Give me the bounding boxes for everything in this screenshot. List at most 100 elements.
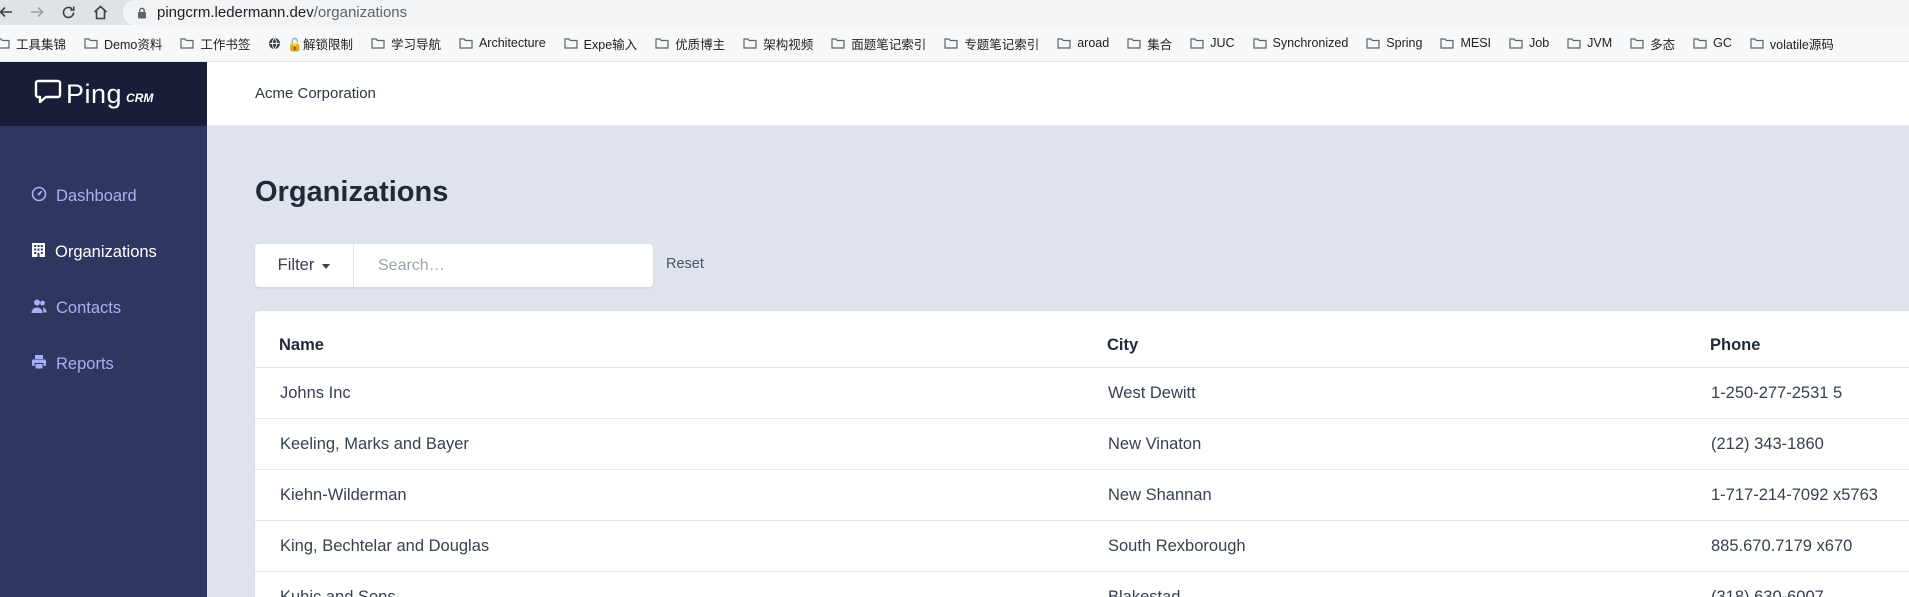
- bookmark-label: 学习导航: [390, 37, 441, 52]
- bookmark-item[interactable]: Job: [1509, 36, 1549, 50]
- chat-bubble-icon: [34, 78, 62, 111]
- logo-text: Ping: [66, 78, 123, 109]
- organizations-table: Name City Phone Johns Inc West Dewitt 1-…: [255, 311, 1909, 597]
- bookmark-item[interactable]: Spring: [1366, 36, 1422, 50]
- bookmark-item[interactable]: 🔓解锁限制: [268, 34, 353, 53]
- url-field[interactable]: pingcrm.ledermann.dev/organizations: [123, 0, 1909, 25]
- bookmark-label: 面题笔记索引: [851, 37, 927, 52]
- cell-city[interactable]: South Rexborough: [1108, 537, 1246, 556]
- bookmark-item[interactable]: 学习导航: [371, 34, 441, 53]
- column-header-name[interactable]: Name: [279, 336, 324, 355]
- cell-phone[interactable]: 1-250-277-2531 5: [1711, 384, 1842, 403]
- search-input[interactable]: [354, 244, 653, 287]
- table-row[interactable]: Kiehn-Wilderman New Shannan 1-717-214-70…: [255, 469, 1909, 520]
- column-header-city[interactable]: City: [1107, 336, 1138, 355]
- url-path: /organizations: [313, 4, 408, 21]
- folder-icon: [564, 37, 584, 49]
- sidebar-item-reports[interactable]: Reports: [31, 354, 114, 375]
- cell-phone[interactable]: 1-717-214-7092 x5763: [1711, 486, 1878, 505]
- cell-city[interactable]: Blakestad: [1108, 588, 1180, 597]
- bookmark-item[interactable]: 面题笔记索引: [831, 34, 926, 53]
- users-icon: [31, 298, 56, 319]
- bookmark-item[interactable]: Demo资料: [84, 34, 162, 53]
- bookmark-item[interactable]: Expe输入: [564, 34, 638, 53]
- top-bar: Acme Corporation: [207, 62, 1909, 126]
- bookmark-item[interactable]: JVM: [1567, 36, 1612, 50]
- table-row[interactable]: Johns Inc West Dewitt 1-250-277-2531 5: [255, 367, 1909, 418]
- table-row[interactable]: Keeling, Marks and Bayer New Vinaton (21…: [255, 418, 1909, 469]
- back-icon[interactable]: [0, 4, 14, 20]
- folder-icon: [371, 37, 391, 49]
- cell-name[interactable]: King, Bechtelar and Douglas: [280, 537, 489, 556]
- cell-name[interactable]: Keeling, Marks and Bayer: [280, 435, 469, 454]
- bookmark-item[interactable]: 专题笔记索引: [944, 34, 1039, 53]
- reload-icon[interactable]: [60, 4, 76, 20]
- bookmark-label: 🔓解锁限制: [287, 37, 353, 52]
- cell-name[interactable]: Johns Inc: [280, 384, 351, 403]
- cell-phone[interactable]: (212) 343-1860: [1711, 435, 1824, 454]
- sidebar-item-dashboard[interactable]: Dashboard: [31, 186, 137, 207]
- column-header-phone[interactable]: Phone: [1710, 336, 1760, 355]
- app-logo[interactable]: Ping CRM: [0, 62, 207, 126]
- bookmark-label: MESI: [1460, 36, 1491, 50]
- url-domain: pingcrm.ledermann.dev: [157, 4, 314, 21]
- bookmark-label: 集合: [1147, 37, 1173, 52]
- sidebar: Dashboard Organizations Contacts Reports: [0, 126, 207, 597]
- filter-dropdown-button[interactable]: Filter: [255, 244, 354, 287]
- bookmark-item[interactable]: Synchronized: [1252, 36, 1349, 50]
- cell-city[interactable]: West Dewitt: [1108, 384, 1196, 403]
- folder-icon: [944, 37, 964, 49]
- forward-icon[interactable]: [29, 4, 45, 20]
- folder-icon: [0, 37, 16, 49]
- cell-phone[interactable]: 885.670.7179 x670: [1711, 537, 1852, 556]
- bookmark-item[interactable]: 集合: [1127, 34, 1172, 53]
- building-icon: [31, 242, 55, 263]
- reset-button[interactable]: Reset: [666, 256, 704, 272]
- sidebar-item-organizations[interactable]: Organizations: [31, 242, 157, 263]
- table-row[interactable]: Kuhic and Sons Blakestad (318) 630-6007: [255, 571, 1909, 597]
- browser-address-bar: pingcrm.ledermann.dev/organizations: [0, 0, 1909, 25]
- bookmark-item[interactable]: 架构视频: [743, 34, 813, 53]
- folder-icon: [84, 37, 104, 49]
- cell-name[interactable]: Kuhic and Sons: [280, 588, 396, 597]
- cell-name[interactable]: Kiehn-Wilderman: [280, 486, 407, 505]
- folder-icon: [1440, 37, 1460, 49]
- bookmark-label: Expe输入: [583, 37, 638, 52]
- bookmark-label: volatile源码: [1769, 37, 1834, 52]
- printer-icon: [31, 354, 56, 375]
- table-row[interactable]: King, Bechtelar and Douglas South Rexbor…: [255, 520, 1909, 571]
- bookmark-item[interactable]: aroad: [1057, 36, 1109, 50]
- bookmark-item[interactable]: volatile源码: [1750, 34, 1834, 53]
- bookmark-item[interactable]: Architecture: [459, 36, 546, 50]
- bookmark-label: 工作书签: [200, 37, 251, 52]
- home-icon[interactable]: [92, 4, 108, 20]
- cell-city[interactable]: New Vinaton: [1108, 435, 1201, 454]
- bookmark-item[interactable]: 工作书签: [180, 34, 250, 53]
- bookmark-label: 专题笔记索引: [964, 37, 1040, 52]
- folder-icon: [1693, 37, 1713, 49]
- dashboard-icon: [31, 186, 56, 207]
- bookmark-item[interactable]: MESI: [1440, 36, 1491, 50]
- cell-city[interactable]: New Shannan: [1108, 486, 1212, 505]
- bookmark-label: Synchronized: [1272, 36, 1349, 50]
- cell-phone[interactable]: (318) 630-6007: [1711, 588, 1824, 597]
- bookmark-label: 工具集锦: [16, 37, 67, 52]
- folder-icon: [1630, 37, 1650, 49]
- bookmark-item[interactable]: JUC: [1190, 36, 1235, 50]
- bookmark-label: 多态: [1650, 37, 1676, 52]
- bookmark-label: 架构视频: [763, 37, 814, 52]
- sidebar-item-label: Organizations: [55, 243, 157, 261]
- sidebar-item-contacts[interactable]: Contacts: [31, 298, 121, 319]
- logo-subtext: CRM: [126, 91, 154, 105]
- bookmark-label: JVM: [1587, 36, 1613, 50]
- bookmark-item[interactable]: 工具集锦: [0, 34, 66, 53]
- folder-icon: [1252, 37, 1273, 49]
- folder-icon: [1750, 37, 1770, 49]
- page-title: Organizations: [255, 176, 449, 208]
- folder-icon: [1127, 37, 1147, 49]
- main-content: Organizations Filter Reset Name City Pho…: [207, 126, 1909, 597]
- bookmark-item[interactable]: 多态: [1630, 34, 1675, 53]
- folder-icon: [1190, 37, 1210, 49]
- bookmark-item[interactable]: GC: [1693, 36, 1732, 50]
- bookmark-item[interactable]: 优质博主: [655, 34, 725, 53]
